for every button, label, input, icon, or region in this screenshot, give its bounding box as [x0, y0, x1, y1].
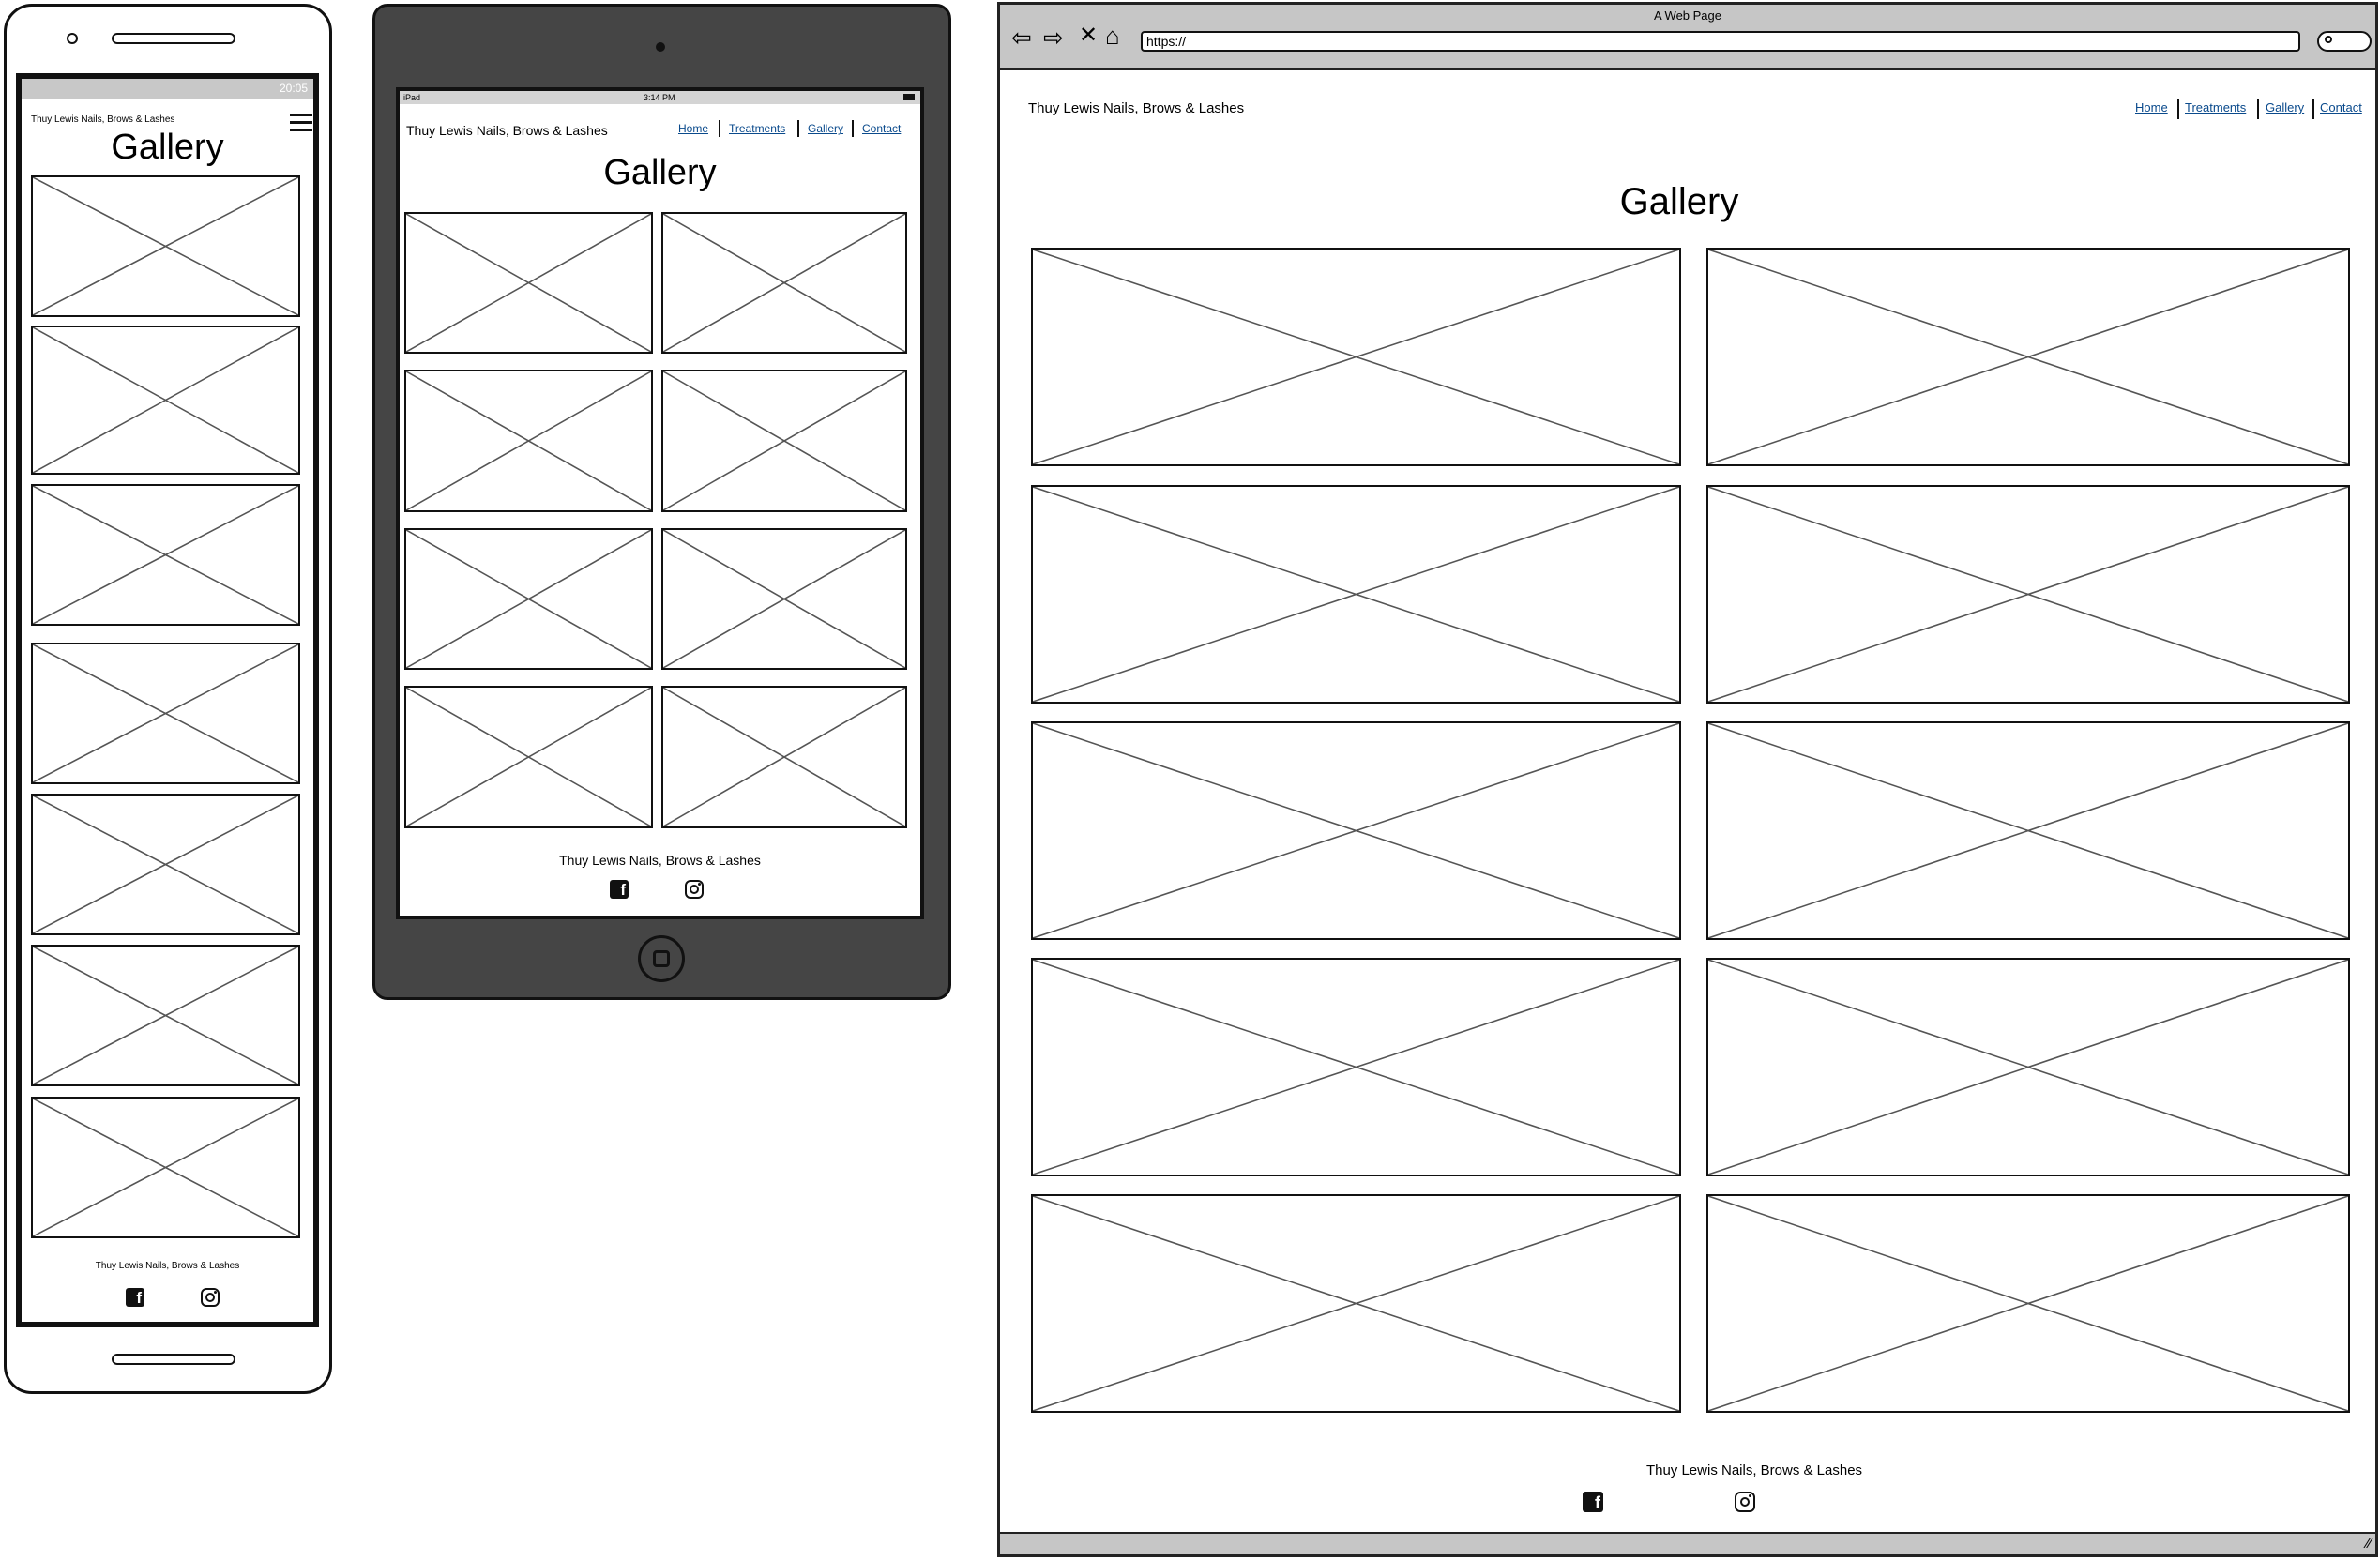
url-input[interactable]: https://: [1141, 31, 2300, 52]
nav-link-gallery[interactable]: Gallery: [2266, 100, 2304, 114]
gallery-image[interactable]: [661, 370, 907, 512]
gallery-image[interactable]: [404, 528, 653, 670]
page-title: Gallery: [1619, 181, 1739, 222]
nav-link-home[interactable]: Home: [678, 122, 708, 135]
site-brand[interactable]: Thuy Lewis Nails, Brows & Lashes: [31, 114, 174, 125]
search-icon[interactable]: [2317, 31, 2372, 52]
gallery-image[interactable]: [1031, 721, 1681, 940]
tablet-screen: iPad 3:14 PM Thuy Lewis Nails, Brows & L…: [396, 87, 924, 919]
nav-separator: [2312, 99, 2314, 119]
gallery-image[interactable]: [404, 370, 653, 512]
home-icon[interactable]: ⌂: [1105, 23, 1120, 48]
instagram-icon[interactable]: [1735, 1492, 1755, 1512]
browser-status-bar: ⁄⁄: [1000, 1532, 2375, 1554]
gallery-image[interactable]: [31, 1097, 300, 1238]
nav-separator: [2177, 99, 2179, 119]
phone-speaker: [112, 33, 235, 44]
gallery-image[interactable]: [661, 686, 907, 828]
gallery-image[interactable]: [661, 528, 907, 670]
phone-home-bar: [112, 1354, 235, 1365]
site-brand[interactable]: Thuy Lewis Nails, Brows & Lashes: [406, 123, 608, 138]
nav-separator: [797, 120, 799, 137]
phone-status-time: 20:05: [279, 82, 308, 95]
browser-chrome: A Web Page ⇦ ⇨ ✕ ⌂ https://: [1000, 5, 2375, 70]
tablet-status-time: 3:14 PM: [644, 93, 675, 102]
gallery-image[interactable]: [1706, 958, 2350, 1176]
gallery-image[interactable]: [31, 794, 300, 935]
tablet-status-device: iPad: [403, 93, 421, 102]
gallery-image[interactable]: [1706, 248, 2350, 466]
gallery-image[interactable]: [31, 175, 300, 317]
gallery-image[interactable]: [404, 686, 653, 828]
gallery-image[interactable]: [1031, 485, 1681, 704]
resize-grip-icon[interactable]: ⁄⁄: [2367, 1536, 2372, 1553]
browser-window: A Web Page ⇦ ⇨ ✕ ⌂ https:// Thuy Lewis N…: [997, 2, 2378, 1557]
gallery-image[interactable]: [1706, 721, 2350, 940]
nav-link-contact[interactable]: Contact: [862, 122, 901, 135]
gallery-image[interactable]: [1706, 485, 2350, 704]
nav-link-gallery[interactable]: Gallery: [808, 122, 843, 135]
tablet-status-bar: iPad 3:14 PM: [400, 91, 920, 104]
gallery-image[interactable]: [31, 484, 300, 626]
instagram-icon[interactable]: [201, 1288, 220, 1307]
footer-brand: Thuy Lewis Nails, Brows & Lashes: [95, 1261, 240, 1271]
gallery-image[interactable]: [1031, 248, 1681, 466]
gallery-image[interactable]: [31, 326, 300, 475]
facebook-icon[interactable]: f: [1583, 1492, 1603, 1512]
nav-link-contact[interactable]: Contact: [2320, 100, 2362, 114]
gallery-image[interactable]: [1031, 958, 1681, 1176]
tablet-camera: [656, 42, 665, 52]
nav-separator: [2257, 99, 2259, 119]
nav-link-treatments[interactable]: Treatments: [2185, 100, 2246, 114]
phone-camera: [67, 33, 78, 44]
site-brand[interactable]: Thuy Lewis Nails, Brows & Lashes: [1028, 100, 1244, 116]
gallery-image[interactable]: [1031, 1194, 1681, 1413]
gallery-image[interactable]: [661, 212, 907, 354]
nav-separator: [719, 120, 720, 137]
gallery-image[interactable]: [404, 212, 653, 354]
facebook-icon[interactable]: f: [126, 1288, 144, 1307]
tablet-frame: iPad 3:14 PM Thuy Lewis Nails, Brows & L…: [372, 4, 951, 1000]
nav-link-home[interactable]: Home: [2135, 100, 2168, 114]
nav-separator: [852, 120, 854, 137]
page-title: Gallery: [111, 128, 224, 167]
footer-brand: Thuy Lewis Nails, Brows & Lashes: [559, 853, 761, 868]
nav-link-treatments[interactable]: Treatments: [729, 122, 785, 135]
close-icon[interactable]: ✕: [1079, 23, 1098, 48]
gallery-image[interactable]: [31, 643, 300, 784]
phone-screen: 20:05 Thuy Lewis Nails, Brows & Lashes G…: [16, 73, 319, 1327]
gallery-image[interactable]: [31, 945, 300, 1086]
facebook-icon[interactable]: f: [610, 880, 629, 899]
instagram-icon[interactable]: [685, 880, 704, 899]
phone-status-bar: 20:05: [22, 79, 313, 99]
tablet-home-button: [638, 935, 685, 982]
battery-icon: [903, 94, 915, 100]
gallery-image[interactable]: [1706, 1194, 2350, 1413]
window-title: A Web Page: [1653, 8, 1722, 23]
footer-brand: Thuy Lewis Nails, Brows & Lashes: [1645, 1462, 1863, 1478]
forward-arrow-icon[interactable]: ⇨: [1043, 25, 1064, 50]
page-title: Gallery: [603, 153, 717, 192]
back-arrow-icon[interactable]: ⇦: [1011, 25, 1032, 50]
